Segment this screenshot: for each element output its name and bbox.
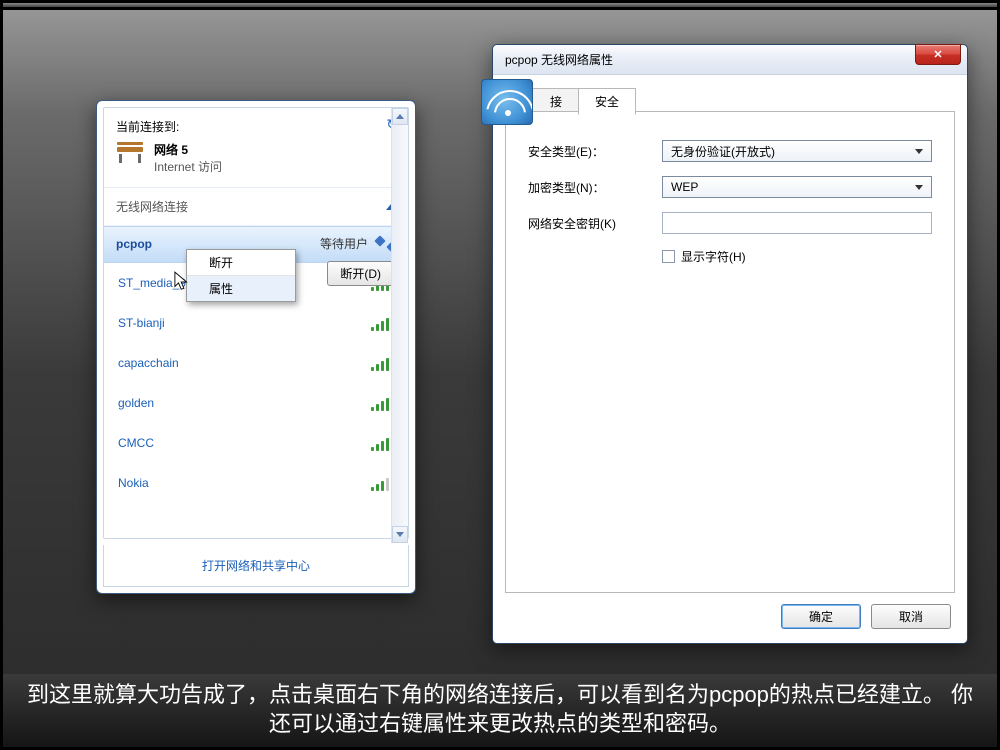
flyout-inner: ↻ 当前连接到: 网络 5 Internet 访问 无线网络连接 pcpop 等…: [103, 107, 409, 539]
security-panel: 安全类型(E)： 无身份验证(开放式) 加密类型(N)： WEP 网络安全密钥(…: [505, 111, 955, 593]
tab-security[interactable]: 安全: [578, 88, 636, 115]
scroll-down-button[interactable]: [392, 526, 408, 543]
network-item[interactable]: CMCC: [104, 423, 408, 463]
encryption-type-label: 加密类型(N)：: [528, 179, 648, 196]
current-network: 网络 5 Internet 访问: [116, 141, 396, 175]
security-key-input[interactable]: [662, 212, 932, 234]
chevron-down-icon: [911, 179, 927, 195]
security-type-value: 无身份验证(开放式): [671, 143, 775, 160]
cancel-button[interactable]: 取消: [871, 604, 951, 629]
network-item[interactable]: ST-bianji: [104, 303, 408, 343]
encryption-type-value: WEP: [671, 180, 698, 194]
network-flyout: ↻ 当前连接到: 网络 5 Internet 访问 无线网络连接 pcpop 等…: [96, 100, 416, 594]
context-menu: 断开 属性: [186, 249, 296, 302]
connected-ssid: pcpop: [116, 237, 152, 251]
show-characters-checkbox[interactable]: [662, 250, 675, 263]
ok-button[interactable]: 确定: [781, 604, 861, 629]
network-ssid: Nokia: [118, 476, 149, 490]
menu-item-disconnect[interactable]: 断开: [187, 250, 295, 276]
caption-text: 到这里就算大功告成了，点击桌面右下角的网络连接后，可以看到名为pcpop的热点已…: [3, 674, 997, 747]
scrollbar[interactable]: [391, 108, 408, 543]
show-characters-row[interactable]: 显示字符(H): [662, 248, 932, 265]
encryption-type-combo[interactable]: WEP: [662, 176, 932, 198]
network-item[interactable]: Nokia: [104, 463, 408, 503]
network-ssid: golden: [118, 396, 154, 410]
network-location-icon: [116, 141, 144, 163]
close-icon: ✕: [933, 48, 942, 61]
properties-dialog: pcpop 无线网络属性 ✕ 接 安全 安全类型(E)： 无身份验证(开放式) …: [492, 44, 968, 644]
section-label: 无线网络连接: [116, 198, 188, 215]
chevron-down-icon: [911, 143, 927, 159]
dialog-body: 接 安全 安全类型(E)： 无身份验证(开放式) 加密类型(N)： WEP 网络…: [493, 75, 967, 643]
close-button[interactable]: ✕: [915, 44, 961, 65]
disconnect-button[interactable]: 断开(D): [327, 261, 394, 286]
header-label: 当前连接到:: [116, 118, 396, 135]
network-list: ST_media_9FST-bianjicapacchaingoldenCMCC…: [104, 263, 408, 538]
current-network-sub: Internet 访问: [154, 158, 222, 175]
open-sharing-center-link[interactable]: 打开网络和共享中心: [103, 545, 409, 587]
scroll-up-button[interactable]: [392, 108, 408, 125]
current-network-name: 网络 5: [154, 141, 222, 158]
dialog-titlebar[interactable]: pcpop 无线网络属性 ✕: [493, 45, 967, 75]
network-item[interactable]: capacchain: [104, 343, 408, 383]
cursor-icon: [174, 271, 192, 296]
network-ssid: CMCC: [118, 436, 154, 450]
flyout-header: ↻ 当前连接到: 网络 5 Internet 访问: [104, 108, 408, 188]
wifi-badge-icon: [481, 79, 533, 125]
connected-network-item[interactable]: pcpop 等待用户 断开(D) 断开 属性: [104, 226, 408, 263]
security-type-combo[interactable]: 无身份验证(开放式): [662, 140, 932, 162]
network-ssid: capacchain: [118, 356, 179, 370]
network-item[interactable]: golden: [104, 383, 408, 423]
dialog-buttons: 确定 取消: [781, 604, 951, 629]
wireless-section-header[interactable]: 无线网络连接: [104, 188, 408, 226]
connected-status: 等待用户: [320, 235, 368, 252]
show-characters-label: 显示字符(H): [681, 248, 746, 265]
dialog-title: pcpop 无线网络属性: [505, 51, 613, 68]
security-type-label: 安全类型(E)：: [528, 143, 648, 160]
menu-item-properties[interactable]: 属性: [187, 276, 295, 301]
network-ssid: ST-bianji: [118, 316, 165, 330]
security-key-label: 网络安全密钥(K): [528, 215, 648, 232]
